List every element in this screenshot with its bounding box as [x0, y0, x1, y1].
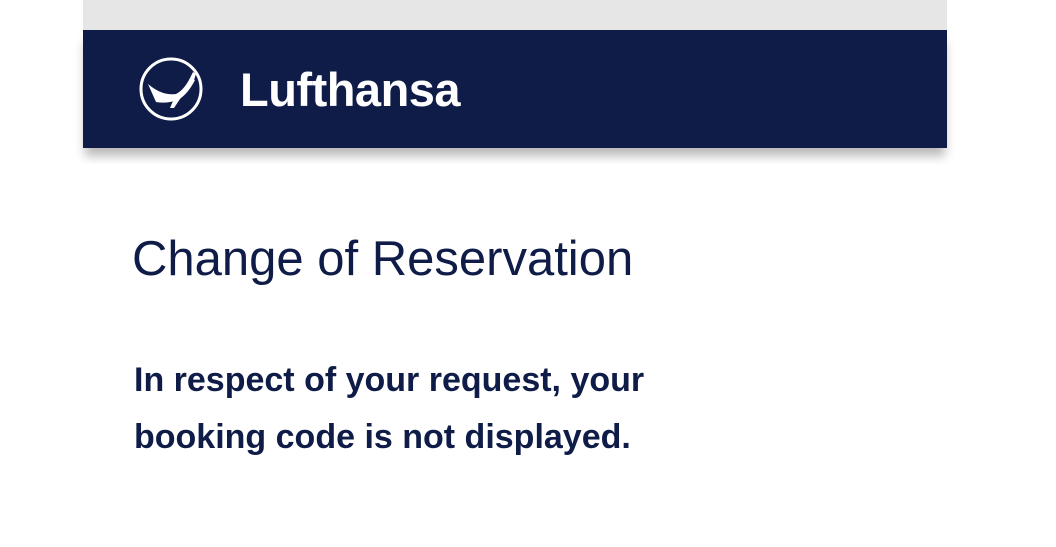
- brand-name: Lufthansa: [240, 63, 461, 116]
- crane-logo-icon: [139, 57, 203, 121]
- page-title: Change of Reservation: [132, 232, 634, 286]
- main-content: Change of Reservation In respect of your…: [83, 164, 947, 547]
- booking-code-message: In respect of your request, your booking…: [134, 361, 645, 456]
- browser-top-strip: [83, 0, 947, 30]
- header-bar: Lufthansa: [83, 30, 947, 148]
- page: Lufthansa Change of Reservation In respe…: [0, 0, 1056, 547]
